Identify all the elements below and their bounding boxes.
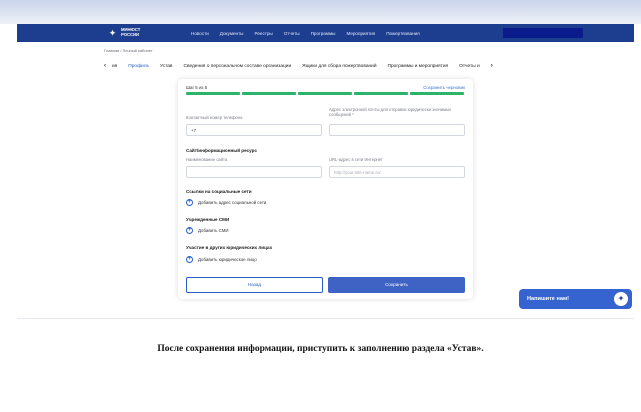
step-indicator: Шаг 5 из 5	[186, 85, 208, 90]
tab-charter[interactable]: Устав	[160, 64, 172, 69]
email-field[interactable]	[329, 124, 465, 136]
tab-donation-boxes[interactable]: Ящики для сбора пожертвований	[302, 64, 376, 69]
progress-segment	[298, 92, 352, 95]
social-section-title: Ссылки на социальные сети	[186, 189, 252, 194]
breadcrumb-separator: /	[120, 48, 122, 53]
breadcrumb-home[interactable]: Главная	[104, 48, 119, 53]
phone-label: Контактный номер телефона	[186, 115, 243, 120]
add-media-button[interactable]: + Добавить СМИ	[186, 227, 229, 234]
menu-item-donations[interactable]: Пожертвования	[386, 31, 419, 36]
progress-segment	[186, 92, 240, 95]
menu-item-registries[interactable]: Реестры	[254, 31, 272, 36]
entity-section-title: Участие в других юридических лицах	[186, 245, 273, 250]
chat-widget-button[interactable]: Напишите нам! ✦	[519, 289, 632, 309]
logo-line-2: РОССИИ	[121, 32, 140, 37]
add-media-label: Добавить СМИ	[198, 228, 229, 233]
instruction-caption: После сохранения информации, приступить …	[157, 344, 484, 354]
plus-circle-icon: +	[186, 256, 193, 263]
tab-reports[interactable]: Отчеты и	[459, 64, 480, 69]
add-social-button[interactable]: + Добавить адрес социальной сети	[186, 199, 266, 206]
site-name-label: Наименование сайта	[186, 157, 228, 162]
top-gradient	[0, 0, 641, 24]
progress-segment	[242, 92, 296, 95]
plus-circle-icon: +	[186, 227, 193, 234]
site-logo[interactable]: ✦ МИНЮСТ РОССИИ	[107, 28, 151, 39]
chat-label: Напишите нам!	[527, 296, 569, 302]
add-entity-button[interactable]: + Добавить юридическое лицо	[186, 256, 257, 263]
menu-item-news[interactable]: Новости	[191, 31, 209, 36]
save-draft-link[interactable]: Сохранить черновик	[423, 85, 465, 90]
add-social-label: Добавить адрес социальной сети	[198, 200, 267, 205]
save-button[interactable]: Сохранить	[328, 277, 465, 293]
menu-item-reports[interactable]: Отчеты	[284, 31, 300, 36]
plus-circle-icon: +	[186, 199, 193, 206]
profile-form-card: Шаг 5 из 5 Сохранить черновик Контактный…	[178, 79, 473, 299]
phone-field[interactable]: +7	[186, 124, 322, 136]
breadcrumb-current: Личный кабинет	[122, 48, 153, 53]
site-url-field[interactable]: http://your-site-name.ru/	[329, 166, 465, 178]
site-url-label: URL-адрес в сети Интернет	[329, 157, 383, 162]
progress-segment	[354, 92, 408, 95]
add-entity-label: Добавить юридическое лицо	[198, 257, 257, 262]
site-name-field[interactable]	[186, 166, 322, 178]
account-button[interactable]	[503, 28, 583, 38]
back-button[interactable]: Назад	[186, 277, 323, 293]
menu-item-programs[interactable]: Программы	[311, 31, 336, 36]
tab-personnel[interactable]: Сведения о персональном составе организа…	[183, 64, 291, 69]
chevron-right-icon[interactable]: ›	[491, 63, 493, 69]
breadcrumb: Главная / Личный кабинет	[104, 48, 153, 53]
media-section-title: Учрежденные СМИ	[186, 217, 230, 222]
eagle-emblem-icon: ✦	[108, 27, 117, 38]
tab-programs[interactable]: Программы и мероприятия	[388, 64, 449, 69]
header-navbar: ✦ МИНЮСТ РОССИИ Новости Документы Реестр…	[17, 24, 634, 42]
site-section-title: Сайт/информационный ресурс	[186, 148, 258, 153]
tab-profile[interactable]: Профиль	[128, 64, 149, 69]
chevron-left-icon[interactable]: ‹	[104, 63, 106, 69]
menu-item-documents[interactable]: Документы	[220, 31, 244, 36]
section-tabs: ‹ ия Профиль Устав Сведения о персональн…	[104, 61, 544, 71]
divider	[17, 318, 634, 319]
logo-text: МИНЮСТ РОССИИ	[121, 28, 151, 37]
email-label: Адрес электронной почты для отправки юри…	[329, 107, 452, 117]
main-menu: Новости Документы Реестры Отчеты Програм…	[191, 31, 431, 36]
step-progress-bar	[186, 92, 464, 95]
progress-segment	[410, 92, 464, 95]
eagle-emblem-icon: ✦	[614, 292, 628, 306]
menu-item-events[interactable]: Мероприятия	[346, 31, 375, 36]
tab-partial[interactable]: ия	[112, 64, 117, 69]
